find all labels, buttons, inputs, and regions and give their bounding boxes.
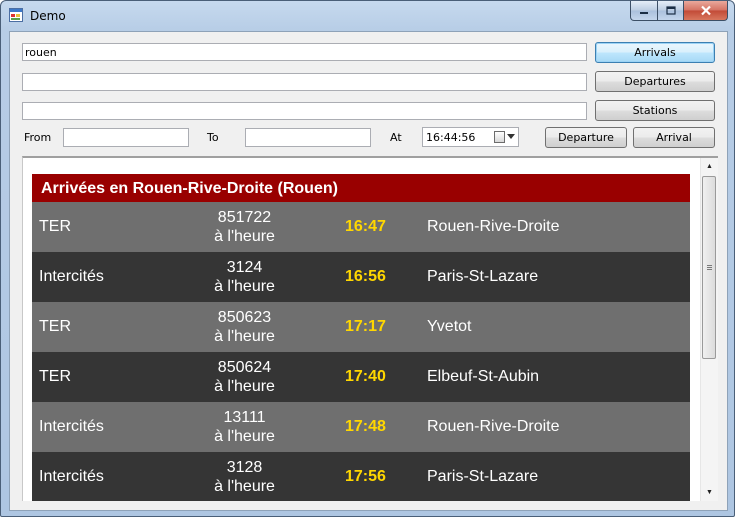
train-type: Intercités bbox=[39, 268, 104, 285]
calendar-icon[interactable] bbox=[494, 131, 505, 143]
caption-buttons bbox=[630, 1, 728, 21]
web-browser-panel[interactable]: Arrivées en Rouen-Rive-Droite (Rouen) TE… bbox=[22, 156, 718, 501]
to-label: To bbox=[207, 131, 219, 144]
chevron-down-icon[interactable] bbox=[507, 134, 515, 139]
arrival-time: 16:56 bbox=[345, 268, 386, 285]
maximize-button[interactable] bbox=[658, 1, 684, 21]
destination: Rouen-Rive-Droite bbox=[427, 418, 560, 435]
train-type: Intercités bbox=[39, 418, 104, 435]
train-type: TER bbox=[39, 318, 71, 335]
train-number: 850623 bbox=[217, 309, 272, 326]
table-row: TER 850623 à l'heure 17:17 Yvetot bbox=[32, 302, 690, 352]
client-area: Arrivals Departures Stations From To At … bbox=[9, 31, 728, 511]
destination: Rouen-Rive-Droite bbox=[427, 218, 560, 235]
scroll-up-button[interactable]: ▲ bbox=[701, 158, 718, 175]
train-number: 3124 bbox=[226, 259, 263, 276]
from-input[interactable] bbox=[63, 128, 189, 147]
table-row: TER 850624 à l'heure 17:40 Elbeuf-St-Aubi… bbox=[32, 352, 690, 402]
close-button[interactable] bbox=[684, 1, 728, 21]
train-type: Intercités bbox=[39, 468, 104, 485]
train-number-cell: 850624 à l'heure bbox=[182, 358, 307, 396]
at-label: At bbox=[390, 131, 402, 144]
app-window: Demo Arrivals Departures Stations From T… bbox=[0, 0, 735, 517]
stations-button[interactable]: Stations bbox=[595, 100, 715, 121]
chevron-up-icon: ▲ bbox=[706, 163, 713, 170]
train-number: 3128 bbox=[226, 459, 263, 476]
chevron-down-icon: ▼ bbox=[706, 489, 713, 496]
train-type: TER bbox=[39, 368, 71, 385]
train-number-cell: 13111 à l'heure bbox=[182, 408, 307, 446]
destination: Paris-St-Lazare bbox=[427, 468, 539, 485]
maximize-icon bbox=[665, 6, 676, 15]
arrival-time: 16:47 bbox=[345, 218, 386, 235]
arrivals-board: Arrivées en Rouen-Rive-Droite (Rouen) TE… bbox=[32, 174, 690, 501]
table-row: TER 851722 à l'heure 16:47 Rouen-Rive-Dro… bbox=[32, 202, 690, 252]
table-row: Intercités 3124 à l'heure 16:56 Paris-St-… bbox=[32, 252, 690, 302]
train-status: à l'heure bbox=[214, 378, 275, 395]
departure-button[interactable]: Departure bbox=[545, 127, 627, 148]
train-type: TER bbox=[39, 218, 71, 235]
board-title: Arrivées en Rouen-Rive-Droite (Rouen) bbox=[32, 174, 690, 202]
train-status: à l'heure bbox=[214, 328, 275, 345]
time-value: 16:44:56 bbox=[426, 131, 476, 144]
app-window-icon bbox=[9, 8, 23, 22]
window-title: Demo bbox=[30, 9, 66, 23]
arrival-button[interactable]: Arrival bbox=[633, 127, 715, 148]
search-input[interactable] bbox=[22, 43, 587, 61]
second-input[interactable] bbox=[22, 73, 587, 91]
train-status: à l'heure bbox=[214, 278, 275, 295]
time-picker[interactable]: 16:44:56 bbox=[422, 127, 519, 147]
train-number-cell: 3124 à l'heure bbox=[182, 258, 307, 296]
vertical-scrollbar[interactable]: ▲ ▼ bbox=[700, 158, 718, 501]
train-status: à l'heure bbox=[214, 478, 275, 495]
grip-icon bbox=[707, 265, 712, 271]
train-number-cell: 851722 à l'heure bbox=[182, 208, 307, 246]
destination: Yvetot bbox=[427, 318, 472, 335]
train-status: à l'heure bbox=[214, 428, 275, 445]
train-number: 13111 bbox=[223, 409, 266, 426]
scroll-down-button[interactable]: ▼ bbox=[701, 484, 718, 501]
arrival-time: 17:40 bbox=[345, 368, 386, 385]
arrival-time: 17:48 bbox=[345, 418, 386, 435]
arrival-time: 17:56 bbox=[345, 468, 386, 485]
scroll-thumb[interactable] bbox=[702, 176, 716, 359]
arrivals-button[interactable]: Arrivals bbox=[595, 42, 715, 63]
train-number: 851722 bbox=[217, 209, 272, 226]
table-row: Intercités 3128 à l'heure 17:56 Paris-St-… bbox=[32, 452, 690, 501]
from-label: From bbox=[24, 131, 52, 144]
train-number-cell: 850623 à l'heure bbox=[182, 308, 307, 346]
to-input[interactable] bbox=[245, 128, 371, 147]
destination: Paris-St-Lazare bbox=[427, 268, 539, 285]
close-icon bbox=[700, 5, 711, 16]
train-status: à l'heure bbox=[214, 228, 275, 245]
third-input[interactable] bbox=[22, 102, 587, 120]
table-row: Intercités 13111 à l'heure 17:48 Rouen-Ri… bbox=[32, 402, 690, 452]
title-bar[interactable]: Demo bbox=[1, 1, 734, 31]
minimize-icon bbox=[640, 11, 648, 14]
arrival-time: 17:17 bbox=[345, 318, 386, 335]
train-number: 850624 bbox=[217, 359, 272, 376]
train-number-cell: 3128 à l'heure bbox=[182, 458, 307, 496]
destination: Elbeuf-St-Aubin bbox=[427, 368, 540, 385]
departures-button[interactable]: Departures bbox=[595, 71, 715, 92]
minimize-button[interactable] bbox=[630, 1, 658, 21]
